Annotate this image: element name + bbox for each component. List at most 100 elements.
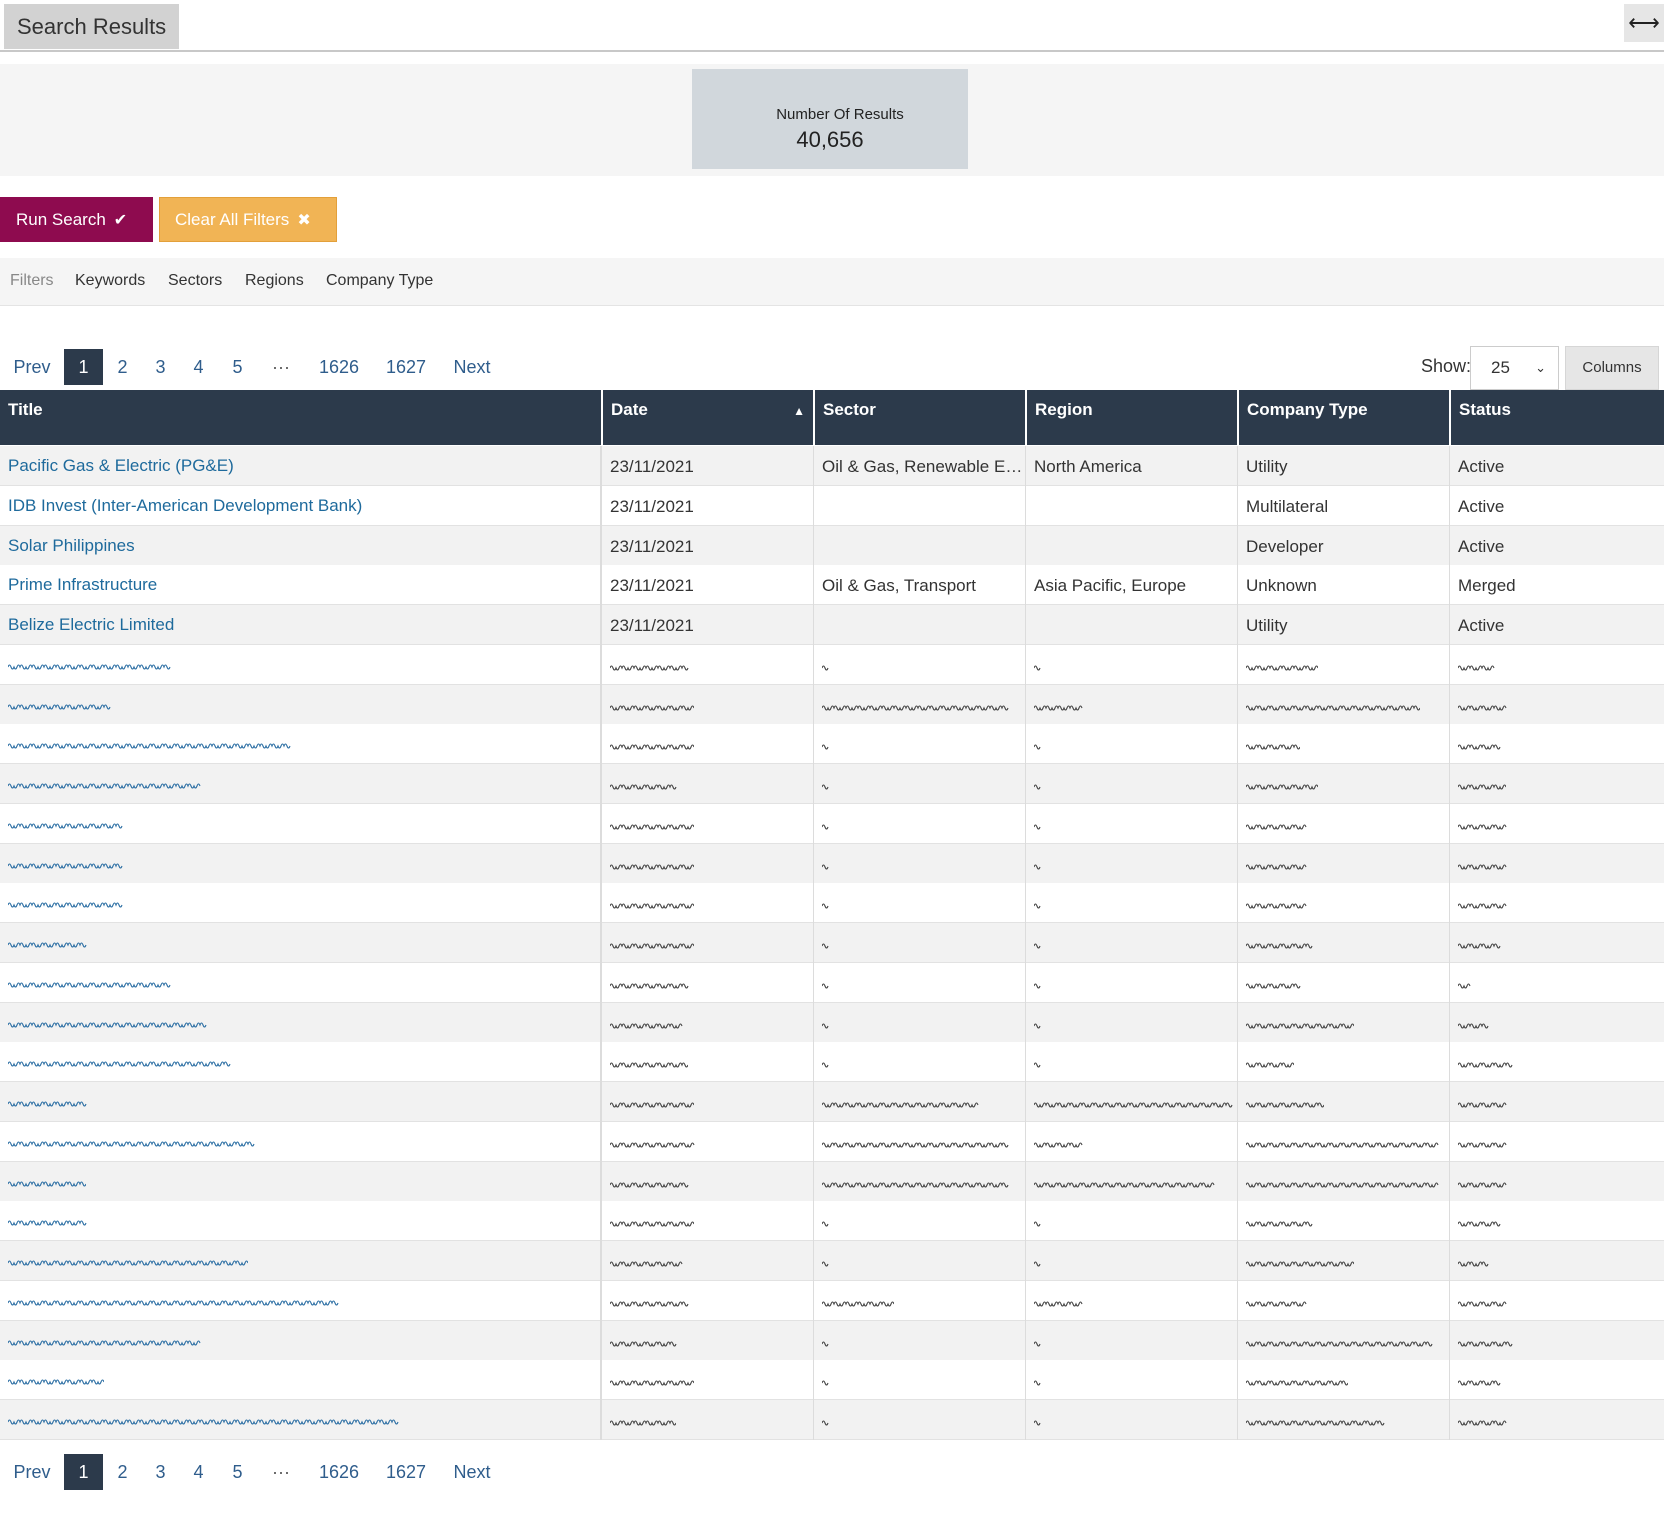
cell-region-blurred <box>1025 1042 1237 1082</box>
blurred-text <box>822 1023 829 1029</box>
cell-sector <box>813 486 1025 526</box>
cell-title[interactable]: Belize Electric Limited <box>0 605 601 645</box>
cell-status-blurred <box>1449 883 1664 923</box>
blurred-text <box>610 1221 694 1227</box>
cell-sector-blurred <box>813 1003 1025 1043</box>
pagination-page-2[interactable]: 2 <box>109 349 136 385</box>
table-row[interactable]: Prime Infrastructure 23/11/2021 Oil & Gas,… <box>0 565 1664 605</box>
cell-sector-blurred <box>813 963 1025 1003</box>
pagination-page-4[interactable]: 4 <box>185 349 212 385</box>
blurred-text <box>822 665 829 671</box>
table-row-illegible <box>0 1003 1664 1043</box>
blurred-text <box>8 1181 86 1187</box>
column-header-title[interactable]: Title <box>0 390 601 445</box>
cell-region-blurred <box>1025 1241 1237 1281</box>
pagination-page-3[interactable]: 3 <box>147 349 174 385</box>
cell-region-blurred <box>1025 764 1237 804</box>
table-row-illegible <box>0 1281 1664 1321</box>
cell-title[interactable]: Pacific Gas & Electric (PG&E) <box>0 446 601 486</box>
cell-region-blurred <box>1025 844 1237 884</box>
pagination-page-2[interactable]: 2 <box>109 1454 136 1490</box>
cell-region <box>1025 526 1237 566</box>
blurred-text <box>1246 903 1307 909</box>
table-row-illegible <box>0 1400 1664 1440</box>
pagination-page-1627[interactable]: 1627 <box>381 1454 431 1490</box>
cell-region-blurred <box>1025 1162 1237 1202</box>
cell-title[interactable]: IDB Invest (Inter-American Development B… <box>0 486 601 526</box>
table-row-illegible <box>0 1360 1664 1400</box>
page-size-select[interactable]: 25 ⌄ <box>1470 346 1559 390</box>
blurred-text <box>1458 1261 1489 1267</box>
expand-icon[interactable]: ⟷ <box>1624 4 1664 42</box>
pagination-page-1[interactable]: 1 <box>64 349 103 385</box>
pagination-page-1[interactable]: 1 <box>64 1454 103 1490</box>
cell-region-blurred <box>1025 724 1237 764</box>
cell-company-type-blurred <box>1237 764 1449 804</box>
blurred-text <box>8 823 123 829</box>
filter-tab-regions[interactable]: Regions <box>245 272 304 290</box>
filter-tab-company-type[interactable]: Company Type <box>326 272 433 290</box>
blurred-text <box>1458 1142 1507 1148</box>
filter-tab-sectors[interactable]: Sectors <box>168 272 222 290</box>
column-header-sector[interactable]: Sector <box>813 390 1025 445</box>
blurred-text <box>1034 1261 1041 1267</box>
cell-title[interactable]: Solar Philippines <box>0 526 601 566</box>
pagination-page-1626[interactable]: 1626 <box>314 349 364 385</box>
blurred-text <box>610 1380 694 1386</box>
blurred-text <box>822 1142 1009 1148</box>
cell-region-blurred <box>1025 1122 1237 1162</box>
clear-filters-button[interactable]: Clear All Filters ✖ <box>159 197 337 242</box>
cell-status: Merged <box>1449 565 1664 605</box>
run-search-button[interactable]: Run Search ✔ <box>0 197 153 242</box>
cell-region-blurred <box>1025 1201 1237 1241</box>
run-search-label: Run Search <box>16 210 106 229</box>
column-header-status[interactable]: Status <box>1449 390 1664 445</box>
pagination-prev[interactable]: Prev <box>6 1454 58 1490</box>
cell-date-blurred <box>601 804 813 844</box>
pagination-next[interactable]: Next <box>448 1454 496 1490</box>
column-header-company-type[interactable]: Company Type <box>1237 390 1449 445</box>
blurred-text <box>1246 665 1318 671</box>
blurred-text <box>1034 744 1041 750</box>
cell-sector-blurred <box>813 1281 1025 1321</box>
blurred-text <box>822 943 829 949</box>
cell-company-type-blurred <box>1237 724 1449 764</box>
table-row[interactable]: Solar Philippines 23/11/2021 Developer Acti… <box>0 526 1664 566</box>
blurred-text <box>8 1419 399 1425</box>
cell-title-blurred <box>0 1400 601 1440</box>
cell-title[interactable]: Prime Infrastructure <box>0 565 601 605</box>
blurred-text <box>610 824 694 830</box>
blurred-text <box>610 1341 677 1347</box>
columns-button[interactable]: Columns <box>1565 346 1659 390</box>
table-row[interactable]: IDB Invest (Inter-American Development B… <box>0 486 1664 526</box>
column-header-region[interactable]: Region <box>1025 390 1237 445</box>
table-row-illegible <box>0 963 1664 1003</box>
cell-company-type: Utility <box>1237 605 1449 645</box>
blurred-text <box>1458 1221 1501 1227</box>
pagination-next[interactable]: Next <box>448 349 496 385</box>
filter-tab-keywords[interactable]: Keywords <box>75 272 145 290</box>
cell-title-blurred <box>0 1360 601 1400</box>
cell-sector-blurred <box>813 764 1025 804</box>
cell-status: Active <box>1449 605 1664 645</box>
pagination-page-5[interactable]: 5 <box>224 1454 251 1490</box>
pagination-page-1626[interactable]: 1626 <box>314 1454 364 1490</box>
pagination-page-1627[interactable]: 1627 <box>381 349 431 385</box>
pagination-page-4[interactable]: 4 <box>185 1454 212 1490</box>
blurred-text <box>1246 1380 1348 1386</box>
column-header-date[interactable]: Date ▲ <box>601 390 813 445</box>
filters-label: Filters <box>10 272 54 289</box>
table-row[interactable]: Pacific Gas & Electric (PG&E) 23/11/2021 O… <box>0 446 1664 486</box>
pagination-prev[interactable]: Prev <box>6 349 58 385</box>
cell-status-blurred <box>1449 685 1664 725</box>
blurred-text <box>1246 864 1307 870</box>
page-size-value: 25 <box>1491 358 1510 377</box>
pagination-page-3[interactable]: 3 <box>147 1454 174 1490</box>
blurred-text <box>1458 1102 1507 1108</box>
cell-title-blurred <box>0 1082 601 1122</box>
cell-sector-blurred <box>813 923 1025 963</box>
cell-region-blurred <box>1025 1082 1237 1122</box>
table-row[interactable]: Belize Electric Limited 23/11/2021 Utility… <box>0 605 1664 645</box>
pagination-page-5[interactable]: 5 <box>224 349 251 385</box>
blurred-text <box>822 1301 894 1307</box>
